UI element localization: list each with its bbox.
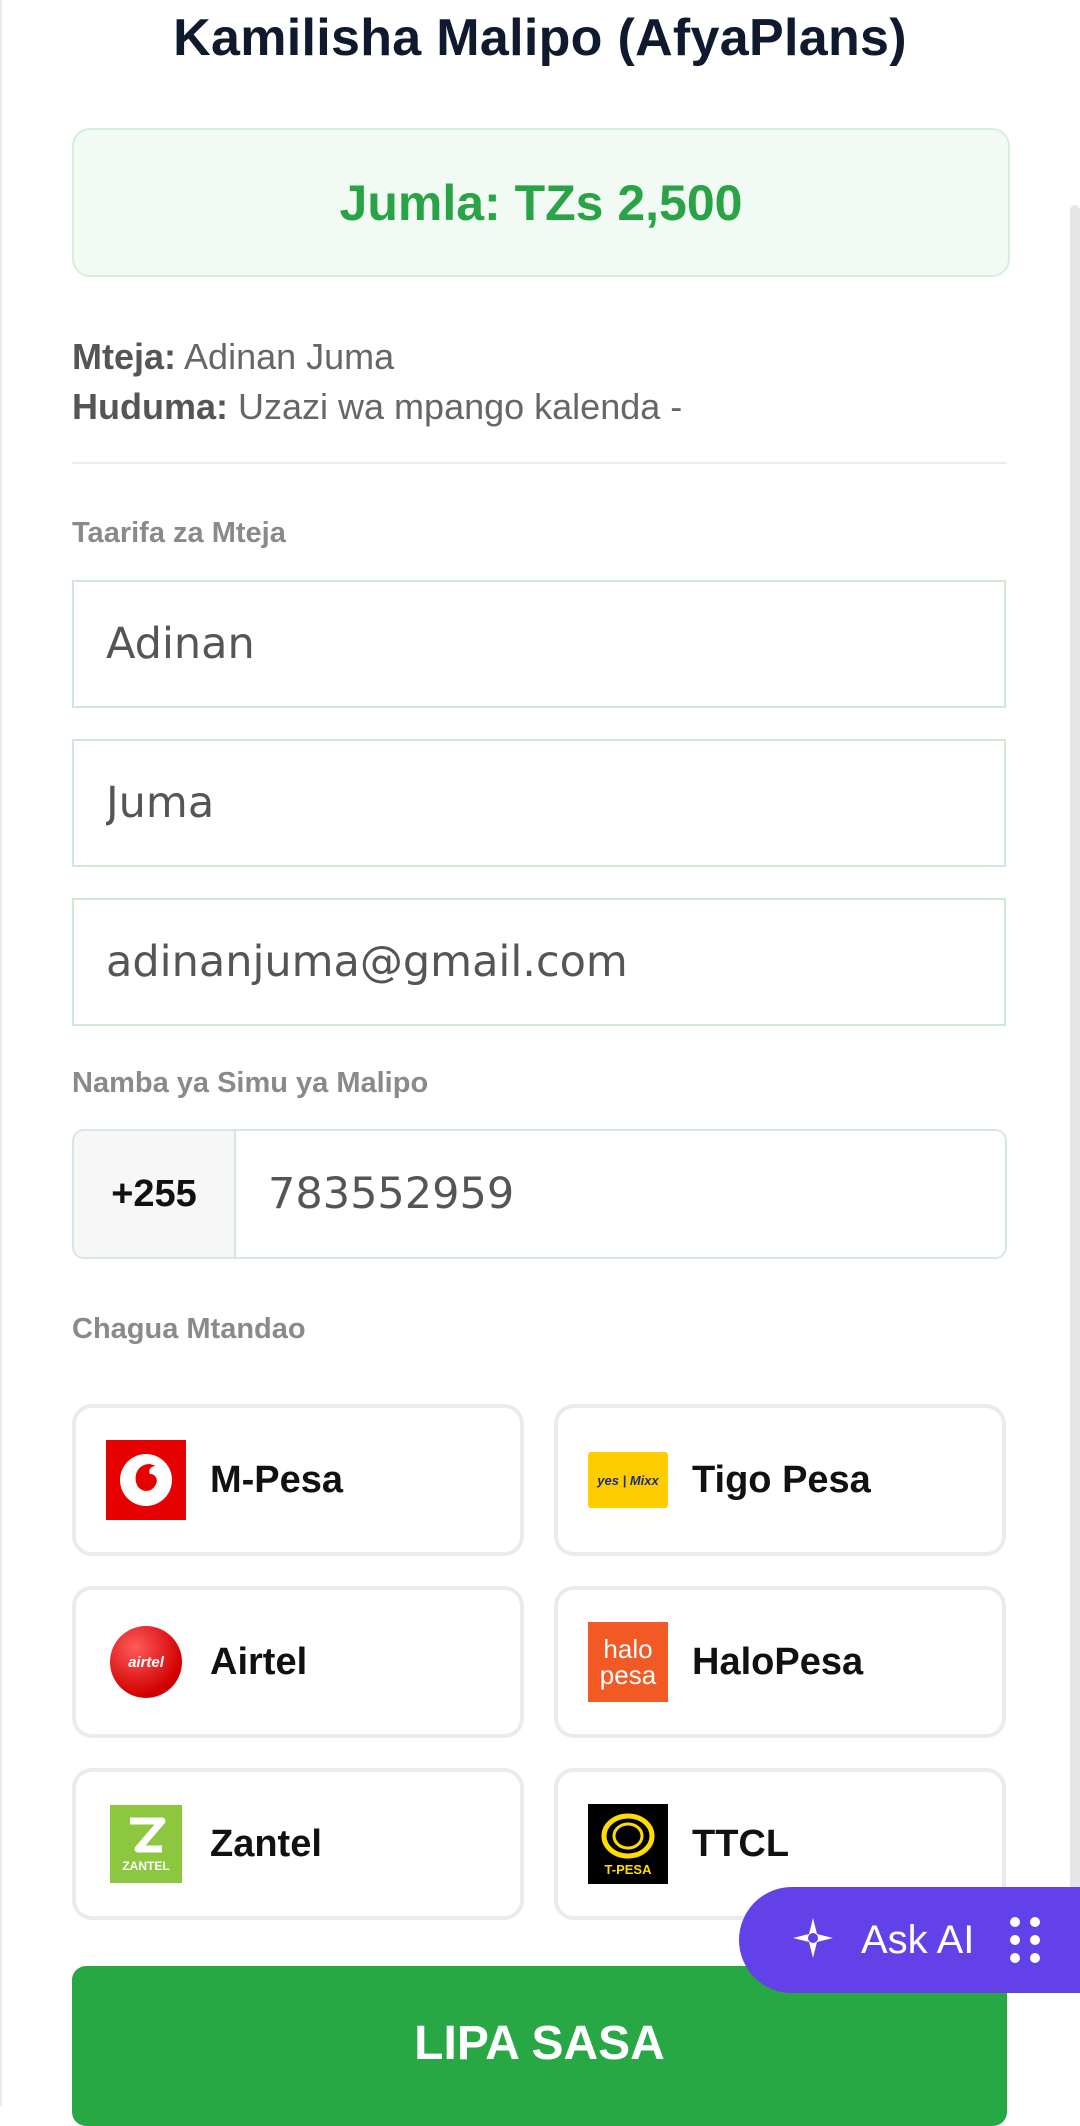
sparkle-ai-icon [789, 1914, 837, 1967]
scrollbar[interactable] [1070, 205, 1080, 1945]
service-value: Uzazi wa mpango kalenda - [238, 386, 683, 427]
total-amount-box: Jumla: TZs 2,500 [72, 128, 1010, 277]
phone-section-label: Namba ya Simu ya Malipo [72, 1067, 429, 1099]
ask-ai-label: Ask AI [861, 1917, 975, 1962]
ttcl-tpesa-logo: T-PESA [588, 1804, 668, 1884]
network-option-halopesa[interactable]: halo pesa HaloPesa [554, 1586, 1006, 1738]
network-option-zantel[interactable]: ZANTEL Zantel [72, 1768, 524, 1920]
network-option-tigo-pesa[interactable]: yes | Mixx Tigo Pesa [554, 1404, 1006, 1556]
vodacom-mpesa-logo [106, 1440, 186, 1520]
service-label: Huduma: [72, 386, 228, 427]
network-option-airtel[interactable]: airtel Airtel [72, 1586, 524, 1738]
ask-ai-button[interactable]: Ask AI [739, 1887, 1080, 1993]
network-label-airtel: Airtel [210, 1640, 308, 1683]
first-name-field[interactable] [72, 580, 1006, 708]
email-input[interactable] [74, 900, 1004, 1024]
yas-mixx-logo-text: yes | Mixx [597, 1472, 659, 1488]
phone-input[interactable] [236, 1131, 1005, 1257]
email-field[interactable] [72, 898, 1006, 1026]
zantel-logo: ZANTEL [110, 1805, 182, 1883]
customer-label: Mteja: [72, 336, 177, 377]
page-edge [0, 0, 2, 2106]
halopesa-logo-bottom: pesa [599, 1660, 657, 1690]
last-name-input[interactable] [74, 741, 1004, 865]
total-amount: Jumla: TZs 2,500 [339, 174, 743, 231]
service-info: Huduma: Uzazi wa mpango kalenda - [72, 386, 682, 428]
network-label-zantel: Zantel [210, 1822, 322, 1865]
airtel-money-logo: airtel [110, 1626, 182, 1698]
customer-value: Adinan Juma [184, 336, 395, 377]
customer-info: Mteja: Adinan Juma [72, 336, 394, 378]
halopesa-logo-top: halo [603, 1634, 653, 1664]
network-section-label: Chagua Mtandao [72, 1313, 306, 1345]
last-name-field[interactable] [72, 739, 1006, 867]
network-option-mpesa[interactable]: M-Pesa [72, 1404, 524, 1556]
divider [72, 462, 1007, 464]
country-code-prefix: +255 [74, 1131, 236, 1257]
network-label-mpesa: M-Pesa [210, 1458, 344, 1501]
first-name-input[interactable] [74, 582, 1004, 706]
ttcl-logo-text: T-PESA [604, 1861, 652, 1877]
network-label-halopesa: HaloPesa [692, 1640, 864, 1683]
network-label-tigo-pesa: Tigo Pesa [692, 1458, 871, 1501]
airtel-logo-text: airtel [128, 1653, 164, 1671]
customer-section-label: Taarifa za Mteja [72, 517, 286, 549]
phone-field[interactable]: +255 [72, 1129, 1007, 1259]
page-title: Kamilisha Malipo (AfyaPlans) [173, 9, 907, 67]
network-label-ttcl: TTCL [692, 1822, 790, 1865]
halopesa-logo: halo pesa [588, 1622, 668, 1702]
zantel-logo-text: ZANTEL [122, 1859, 170, 1873]
yas-mixx-logo: yes | Mixx [588, 1452, 668, 1508]
drag-handle-icon[interactable] [1010, 1917, 1041, 1963]
